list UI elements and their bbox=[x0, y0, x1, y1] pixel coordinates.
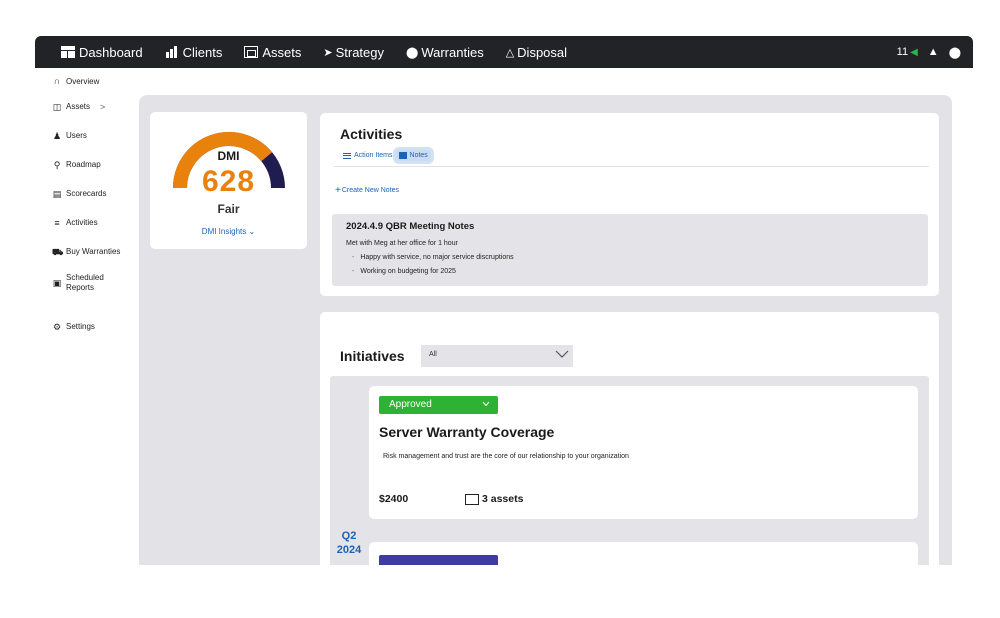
chevron-right-icon: > bbox=[100, 101, 106, 112]
dmi-grade: Fair bbox=[217, 202, 240, 216]
list-icon bbox=[343, 152, 351, 159]
sidebar-item-label: Buy Warranties bbox=[66, 247, 121, 256]
nav-disposal-label: Disposal bbox=[517, 44, 568, 60]
sidebar-item-label: Overview bbox=[66, 76, 100, 86]
status-dropdown[interactable]: Approved bbox=[379, 396, 498, 414]
tab-label: Action Items bbox=[354, 152, 393, 159]
note-icon bbox=[398, 152, 407, 159]
scorecard-icon: ▤ bbox=[52, 188, 62, 199]
nav-assets[interactable]: Assets bbox=[244, 45, 301, 60]
recycle-icon: △ bbox=[505, 46, 515, 59]
nav-clients-label: Clients bbox=[182, 44, 223, 60]
initiatives-filter-select[interactable]: All bbox=[421, 345, 573, 367]
list-icon: ≡ bbox=[54, 217, 60, 228]
main-content: DMI 628 Fair DMI Insights ⌄ Activities A… bbox=[139, 95, 952, 565]
plus-icon: + bbox=[335, 185, 341, 196]
dmi-label: DMI bbox=[217, 149, 240, 163]
top-nav-bar: Dashboard Clients Assets ➤ Strategy ⬤ Wa… bbox=[35, 36, 973, 68]
sidebar-item-label: Scorecards bbox=[66, 189, 107, 198]
map-pin-icon: ⚲ bbox=[53, 159, 61, 170]
dmi-score: 628 bbox=[201, 165, 256, 198]
nav-strategy-label: Strategy bbox=[335, 44, 385, 60]
report-icon: ▣ bbox=[52, 278, 62, 288]
note-bullets: Happy with service, no major service dis… bbox=[352, 254, 514, 282]
filter-value: All bbox=[429, 351, 437, 358]
sidebar-item-users[interactable]: ♟ Users bbox=[44, 121, 139, 150]
chevron-down-icon: ⌄ bbox=[248, 227, 256, 236]
dmi-score-card: DMI 628 Fair DMI Insights ⌄ bbox=[150, 112, 307, 249]
dmi-insights-label: DMI Insights bbox=[201, 227, 247, 236]
user-icon[interactable]: ⬤ bbox=[949, 46, 961, 59]
initiatives-title: Initiatives bbox=[340, 348, 405, 364]
status-dropdown[interactable] bbox=[379, 555, 498, 565]
tab-label: Notes bbox=[409, 152, 428, 159]
notification-count: 11 bbox=[896, 46, 909, 58]
dmi-insights-link[interactable]: DMI Insights ⌄ bbox=[150, 227, 307, 236]
note-item[interactable]: 2024.4.9 QBR Meeting Notes Met with Meg … bbox=[332, 214, 928, 286]
sidebar-item-roadmap[interactable]: ⚲ Roadmap bbox=[44, 150, 139, 179]
initiatives-card: Initiatives All Approved Server Warranty… bbox=[320, 312, 939, 565]
chevron-down-icon bbox=[555, 350, 569, 358]
bell-icon[interactable]: ▲ bbox=[928, 46, 939, 58]
nav-strategy[interactable]: ➤ Strategy bbox=[323, 45, 384, 60]
status-label: Approved bbox=[389, 399, 432, 410]
paper-plane-icon: ➤ bbox=[323, 46, 333, 59]
nav-dashboard-label: Dashboard bbox=[79, 44, 143, 60]
bar-chart-icon bbox=[165, 46, 179, 58]
sidebar-item-label: Users bbox=[66, 131, 87, 140]
note-bullet: Happy with service, no major service dis… bbox=[352, 254, 513, 268]
sidebar-item-overview[interactable]: ∩ Overview bbox=[44, 70, 139, 92]
initiative-name: Server Warranty Coverage bbox=[379, 424, 555, 440]
initiative-description: Risk management and trust are the core o… bbox=[383, 453, 629, 460]
note-title: 2024.4.9 QBR Meeting Notes bbox=[346, 221, 475, 232]
sidebar-item-activities[interactable]: ≡ Activities bbox=[44, 208, 139, 237]
chevron-down-icon bbox=[482, 401, 490, 407]
gear-icon: ⚙ bbox=[52, 321, 62, 332]
dashboard-icon bbox=[61, 46, 75, 58]
create-note-button[interactable]: + Create New Notes bbox=[335, 185, 399, 196]
cart-icon: ⛟ bbox=[52, 246, 64, 257]
sidebar-item-assets[interactable]: ◫ Assets > bbox=[44, 92, 139, 121]
nav-assets-label: Assets bbox=[262, 44, 302, 60]
tab-action-items[interactable]: Action Items bbox=[340, 150, 396, 161]
initiative-cost: $2400 bbox=[379, 493, 409, 505]
create-note-label: Create New Notes bbox=[341, 187, 400, 194]
activities-tabs: Action Items Notes bbox=[340, 150, 431, 161]
asset-count: 3 assets bbox=[482, 493, 524, 505]
sidebar-item-label: Settings bbox=[66, 322, 95, 331]
users-icon: ♟ bbox=[52, 130, 62, 141]
assets-icon bbox=[244, 46, 259, 58]
asset-box-icon bbox=[465, 493, 479, 505]
nav-dashboard[interactable]: Dashboard bbox=[61, 45, 143, 60]
note-text: Met with Meg at her office for 1 hour bbox=[346, 240, 458, 247]
sidebar-item-scorecards[interactable]: ▤ Scorecards bbox=[44, 179, 139, 208]
activities-card: Activities Action Items Notes + Create N… bbox=[320, 113, 939, 296]
initiative-assets[interactable]: 3 assets bbox=[465, 493, 523, 505]
circle-icon: ⬤ bbox=[406, 46, 419, 59]
note-bullet: Working on budgeting for 2025 bbox=[352, 268, 514, 282]
nav-disposal[interactable]: △ Disposal bbox=[506, 45, 567, 60]
nav-warranties-label: Warranties bbox=[421, 44, 484, 60]
sidebar-item-label: Assets bbox=[66, 102, 91, 111]
nav-clients[interactable]: Clients bbox=[165, 44, 223, 60]
sidebar-item-settings[interactable]: ⚙ Settings bbox=[44, 312, 139, 341]
headset-icon: ∩ bbox=[53, 76, 61, 86]
tab-notes[interactable]: Notes bbox=[395, 150, 431, 161]
initiative-card[interactable] bbox=[369, 542, 918, 565]
trend-arrow-icon: ◀ bbox=[910, 46, 918, 58]
topbar-right: 11 ◀ ▲ ⬤ bbox=[887, 46, 973, 59]
initiatives-list: Approved Server Warranty Coverage Risk m… bbox=[330, 376, 929, 565]
quarter-label: Q2 2024 bbox=[336, 530, 362, 556]
sidebar-item-label: Roadmap bbox=[66, 160, 101, 169]
sidebar-item-buy-warranties[interactable]: ⛟ Buy Warranties bbox=[44, 237, 139, 266]
activities-title: Activities bbox=[340, 126, 403, 142]
sidebar: ∩ Overview ◫ Assets > ♟ Users ⚲ Roadmap … bbox=[44, 68, 139, 568]
divider bbox=[334, 166, 929, 167]
sidebar-item-label: Activities bbox=[66, 218, 98, 227]
assets-icon: ◫ bbox=[52, 101, 62, 112]
nav-warranties[interactable]: ⬤ Warranties bbox=[406, 45, 484, 60]
sidebar-item-label: Scheduled Reports bbox=[66, 273, 104, 292]
initiative-card[interactable]: Approved Server Warranty Coverage Risk m… bbox=[369, 386, 918, 519]
sidebar-item-scheduled-reports[interactable]: ▣ Scheduled Reports bbox=[44, 266, 139, 300]
